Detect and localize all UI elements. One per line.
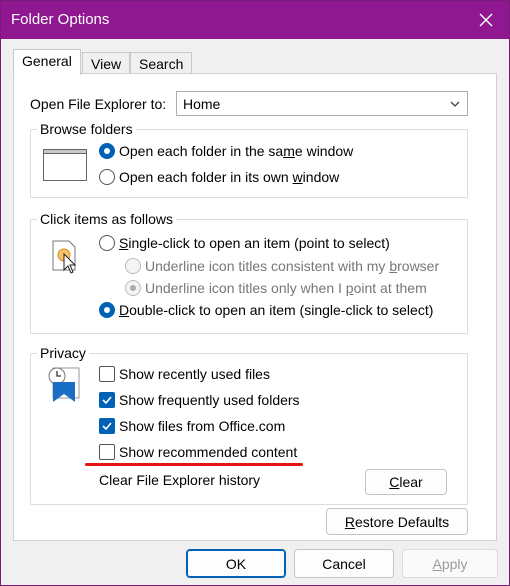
apply-button-label: Apply bbox=[432, 555, 468, 572]
close-icon bbox=[479, 13, 493, 27]
tab-general[interactable]: General bbox=[13, 49, 81, 75]
checkbox-indicator bbox=[99, 444, 115, 460]
browse-folders-title: Browse folders bbox=[37, 121, 136, 137]
ok-button[interactable]: OK bbox=[186, 549, 286, 578]
window-title: Folder Options bbox=[11, 11, 110, 28]
double-click-label: Double-click to open an item (single-cli… bbox=[119, 302, 434, 318]
restore-defaults-label: Restore Defaults bbox=[344, 513, 450, 530]
click-items-group: Click items as follows Single-click to o… bbox=[30, 211, 468, 334]
checkbox-recommended-content[interactable]: Show recommended content bbox=[99, 444, 297, 460]
clear-history-label: Clear File Explorer history bbox=[99, 472, 261, 488]
office-files-label: Show files from Office.com bbox=[119, 418, 286, 434]
clear-button[interactable]: Clear bbox=[365, 469, 447, 495]
open-explorer-label: Open File Explorer to: bbox=[30, 96, 167, 112]
tab-view[interactable]: View bbox=[82, 52, 131, 74]
window-icon bbox=[43, 149, 87, 181]
radio-indicator bbox=[99, 235, 115, 251]
general-panel: Open File Explorer to: Home Browse folde… bbox=[13, 73, 497, 541]
restore-defaults-button[interactable]: Restore Defaults bbox=[326, 508, 468, 535]
checkbox-office-files[interactable]: Show files from Office.com bbox=[99, 418, 285, 434]
close-button[interactable] bbox=[463, 1, 509, 39]
underline-browser-label: Underline icon titles consistent with my… bbox=[145, 258, 440, 274]
browse-folders-group: Browse folders Open each folder in the s… bbox=[30, 121, 468, 198]
radio-double-click[interactable]: Double-click to open an item (single-cli… bbox=[99, 302, 433, 318]
radio-underline-point: Underline icon titles only when I point … bbox=[125, 280, 427, 296]
underline-point-label: Underline icon titles only when I point … bbox=[145, 280, 427, 296]
open-explorer-select[interactable]: Home bbox=[176, 91, 468, 116]
open-explorer-value: Home bbox=[183, 96, 221, 112]
radio-indicator bbox=[125, 258, 141, 274]
radio-underline-browser: Underline icon titles consistent with my… bbox=[125, 258, 439, 274]
same-window-label: Open each folder in the same window bbox=[119, 143, 354, 159]
folder-options-dialog: Folder Options General View Search Open … bbox=[0, 0, 510, 586]
checkbox-indicator bbox=[99, 392, 115, 408]
recent-files-label: Show recently used files bbox=[119, 366, 270, 382]
pointer-click-icon bbox=[52, 240, 77, 274]
single-click-label: Single-click to open an item (point to s… bbox=[119, 235, 390, 251]
title-bar: Folder Options bbox=[1, 1, 509, 39]
radio-indicator bbox=[125, 280, 141, 296]
radio-indicator bbox=[99, 169, 115, 185]
checkmark-icon bbox=[102, 422, 112, 431]
checkbox-indicator bbox=[99, 366, 115, 382]
checkmark-icon bbox=[102, 396, 112, 405]
annotation-underline bbox=[85, 463, 303, 466]
click-items-title: Click items as follows bbox=[37, 211, 177, 227]
checkbox-indicator bbox=[99, 418, 115, 434]
checkbox-recent-files[interactable]: Show recently used files bbox=[99, 366, 270, 382]
radio-indicator bbox=[99, 143, 115, 159]
frequent-folders-label: Show frequently used folders bbox=[119, 392, 300, 408]
tab-search[interactable]: Search bbox=[130, 52, 193, 74]
clear-button-label: Clear bbox=[389, 474, 423, 490]
radio-own-window[interactable]: Open each folder in its own window bbox=[99, 169, 339, 185]
radio-indicator bbox=[99, 302, 115, 318]
radio-single-click[interactable]: Single-click to open an item (point to s… bbox=[99, 235, 390, 251]
radio-same-window[interactable]: Open each folder in the same window bbox=[99, 143, 353, 159]
recommended-content-label: Show recommended content bbox=[119, 444, 298, 460]
chevron-down-icon bbox=[450, 101, 460, 107]
checkbox-frequent-folders[interactable]: Show frequently used folders bbox=[99, 392, 300, 408]
cancel-button[interactable]: Cancel bbox=[294, 549, 394, 578]
own-window-label: Open each folder in its own window bbox=[119, 169, 340, 185]
privacy-icon bbox=[48, 367, 80, 402]
privacy-group: Privacy Show recently used files Show fr… bbox=[30, 345, 468, 505]
apply-button: Apply bbox=[402, 549, 498, 578]
privacy-title: Privacy bbox=[37, 345, 89, 361]
